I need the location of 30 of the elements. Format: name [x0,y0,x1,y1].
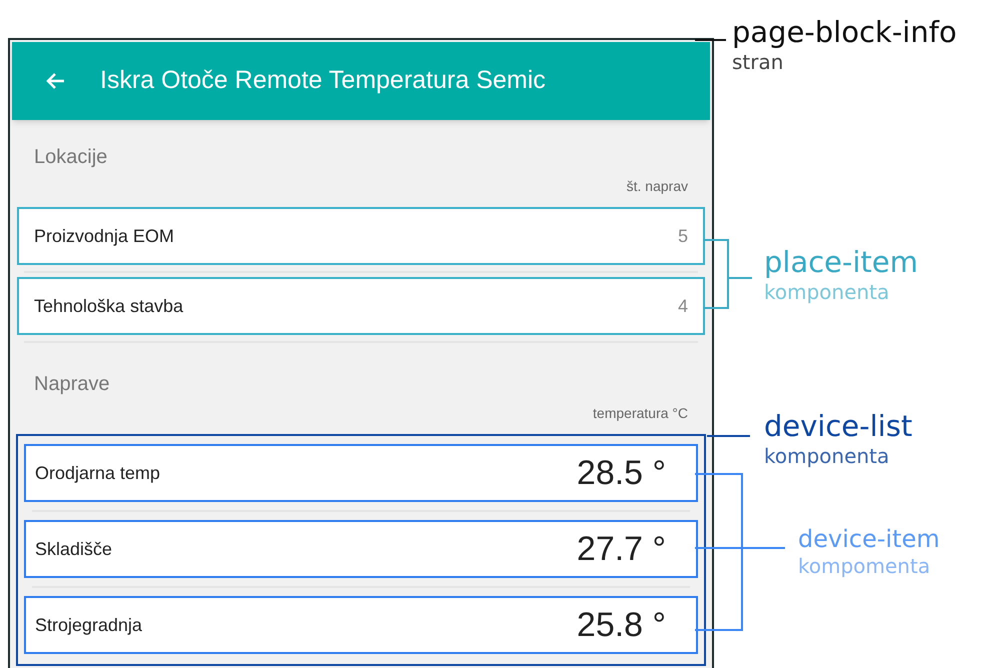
bracket-drawing [702,239,753,309]
device-item[interactable]: Skladišče 27.7 ° [24,520,698,578]
device-count: 5 [678,224,688,248]
column-label: temperatura °C [592,404,688,423]
device-item[interactable]: Strojegradnja 25.8 ° [24,596,698,654]
device-name: Strojegradnja [35,614,142,637]
annotation-subtitle: stran [732,50,784,76]
annotation-title: place-item [764,244,918,280]
device-item[interactable]: Orodjarna temp 28.5 ° [24,444,698,502]
annotation-title: device-list [764,408,912,444]
place-item[interactable]: Proizvodnja EOM 5 [17,207,705,265]
screen-title: Iskra Otoče Remote Temperatura Semic [100,65,546,96]
temperature-value: 25.8 ° [576,604,666,646]
section-heading: Lokacije [34,145,108,170]
leader-line [695,39,726,41]
annotation-title: device-item [798,524,940,554]
annotation-subtitle: komponenta [764,444,890,470]
section-heading: Naprave [34,372,111,397]
column-label: št. naprav [626,177,688,196]
annotation-subtitle: kompomenta [798,554,932,579]
temperature-value: 28.5 ° [576,452,666,494]
place-name: Tehnološka stavba [34,294,184,318]
device-name: Orodjarna temp [35,462,160,485]
place-item[interactable]: Tehnološka stavba 4 [17,277,705,335]
annotation-subtitle: komponenta [764,280,890,306]
place-name: Proizvodnja EOM [34,224,174,248]
annotation-title: page-block-info [732,14,957,50]
device-name: Skladišče [35,538,112,560]
temperature-value: 27.7 ° [576,528,666,570]
device-count: 4 [678,294,688,318]
